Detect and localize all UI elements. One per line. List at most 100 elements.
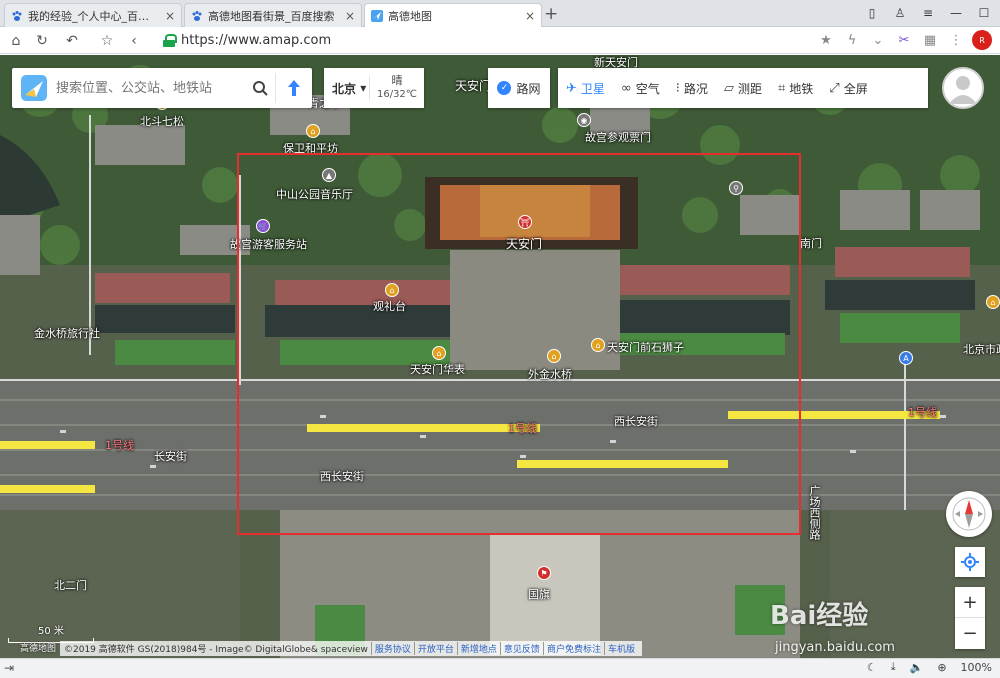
flag-icon[interactable]: ⚑: [537, 566, 551, 580]
subway-station-icon[interactable]: A: [899, 351, 913, 365]
tab-amap[interactable]: 高德地图 ×: [364, 3, 542, 28]
sidebar-toggle-icon[interactable]: ⇥: [4, 661, 14, 675]
footer-brand: 高德地图: [0, 641, 60, 656]
map-label[interactable]: 南门: [800, 235, 822, 251]
fullscreen-icon: ⤢: [829, 80, 840, 96]
subway-label: 地铁: [789, 81, 814, 96]
map-label[interactable]: 长安街: [154, 448, 187, 464]
highlight-frame: [237, 153, 801, 535]
maximize-icon[interactable]: ☐: [970, 3, 998, 23]
air-label: 空气: [635, 81, 660, 96]
weather-widget: 晴 16/32℃: [370, 74, 424, 102]
zoom-icon[interactable]: ⊕: [937, 661, 946, 674]
fullscreen-button[interactable]: ⤢ 全屏: [821, 68, 875, 108]
dropdown-icon[interactable]: ⌄: [868, 30, 888, 50]
footer-link[interactable]: 新增地点: [456, 642, 500, 655]
measure-button[interactable]: ▱ 测距: [716, 68, 770, 108]
minimize-icon[interactable]: —: [942, 3, 970, 23]
traffic-label: 路况: [683, 81, 708, 96]
download-icon[interactable]: ⤓: [891, 660, 896, 674]
map-label[interactable]: 1号线: [105, 437, 134, 453]
watermark-url: jingyan.baidu.com: [775, 640, 895, 655]
menu-icon[interactable]: ≡: [914, 3, 942, 23]
city-selector[interactable]: 北京 ▾: [324, 76, 370, 100]
zoom-out-button[interactable]: −: [955, 618, 985, 649]
scale-bar: 50 米: [8, 622, 94, 643]
traffic-button[interactable]: ⁝ 路况: [668, 68, 716, 108]
search-button[interactable]: [244, 73, 276, 103]
home-icon[interactable]: ⌂: [6, 31, 26, 50]
fullscreen-label: 全屏: [843, 81, 868, 96]
tab-search[interactable]: 高德地图看街景_百度搜索 ×: [184, 3, 362, 27]
locate-button[interactable]: [955, 547, 985, 577]
museum-poi-icon[interactable]: ⌂: [986, 295, 1000, 309]
amap-logo-icon: [371, 10, 383, 22]
map-toolbar: ✈ 卫星 ∞ 空气 ⁝ 路况 ▱ 测距 ⌗ 地铁 ⤢ 全屏: [558, 68, 928, 108]
compass-control[interactable]: [946, 491, 992, 537]
browser-status-bar: ⇥ ☾ ⤓ 🔈 ⊕ 100%: [0, 658, 1000, 678]
city-weather-panel[interactable]: 北京 ▾ 晴 16/32℃: [324, 68, 424, 108]
air-quality-button[interactable]: ∞ 空气: [613, 68, 668, 108]
tab-close-icon[interactable]: ×: [165, 9, 175, 23]
sidebar-toggle-icon[interactable]: ▯: [858, 3, 886, 23]
footer-link[interactable]: 商户免费标注: [542, 642, 604, 655]
map-label[interactable]: 北京市政府: [963, 341, 1000, 357]
footer-link[interactable]: 开放平台: [413, 642, 457, 655]
compass-icon: [952, 497, 986, 531]
undo-icon[interactable]: ↶: [62, 31, 82, 50]
user-account-icon[interactable]: R: [972, 30, 992, 50]
lightning-icon[interactable]: ϟ: [842, 30, 862, 50]
qrcode-icon[interactable]: ▦: [920, 30, 940, 50]
map-label[interactable]: 广场西侧路: [806, 485, 822, 540]
tab-experience[interactable]: 我的经验_个人中心_百度经验 ×: [4, 3, 182, 27]
map-label[interactable]: 北二门: [54, 577, 87, 593]
status-tools: ☾ ⤓ 🔈 ⊕ 100%: [867, 660, 992, 674]
tab-close-icon[interactable]: ×: [345, 9, 355, 23]
ruler-icon: ▱: [723, 80, 734, 96]
map-label[interactable]: 北斗七松: [140, 113, 184, 129]
museum-poi-icon[interactable]: ⌂: [306, 124, 320, 138]
zoom-in-button[interactable]: +: [955, 587, 985, 618]
camera-poi-icon[interactable]: ◉: [577, 113, 591, 127]
address-bar-tools: ★ ϟ ⌄ ✂ ▦ ⋮ R: [816, 30, 992, 50]
road-network-label: 路网: [516, 81, 541, 96]
search-input[interactable]: [56, 73, 244, 103]
url-field[interactable]: https://www.amap.com: [163, 30, 803, 51]
footer-link[interactable]: 车机版: [603, 642, 638, 655]
zoom-level[interactable]: 100%: [961, 661, 992, 674]
footer-link[interactable]: 服务协议: [370, 642, 414, 655]
map-label[interactable]: 天安门: [455, 77, 491, 94]
bookmark-star-icon[interactable]: ☆: [97, 31, 117, 50]
baidu-paw-icon: [11, 10, 23, 22]
browser-tab-bar: 我的经验_个人中心_百度经验 × 高德地图看街景_百度搜索 × 高德地图 × +…: [0, 0, 1000, 28]
measure-label: 测距: [737, 81, 762, 96]
search-panel: [12, 68, 312, 108]
reload-icon[interactable]: ↻: [32, 31, 52, 50]
secure-lock-icon: [163, 34, 177, 47]
favorite-star-icon[interactable]: ★: [816, 30, 836, 50]
tab-close-icon[interactable]: ×: [525, 9, 535, 23]
volume-icon[interactable]: 🔈: [910, 661, 924, 674]
map-canvas[interactable]: 天安门 北斗七松 青之亭 保卫和平坊 中山公园音乐厅 故宫游客服务站 故宫参观票…: [0, 55, 1000, 658]
route-arrow-icon: [288, 80, 300, 96]
traffic-light-icon: ⁝: [675, 80, 680, 96]
map-label[interactable]: 国旗: [528, 586, 550, 602]
map-label[interactable]: 故宫参观票门: [585, 129, 651, 145]
new-tab-button[interactable]: +: [544, 4, 558, 24]
user-silhouette-icon: [949, 76, 977, 104]
scissors-icon[interactable]: ✂: [894, 30, 914, 50]
temperature-range: 16/32℃: [376, 89, 418, 100]
map-label[interactable]: 1号线: [908, 404, 937, 420]
subway-button[interactable]: ⌗ 地铁: [770, 68, 821, 108]
directions-button[interactable]: [276, 73, 312, 103]
skin-icon[interactable]: ♙: [886, 3, 914, 23]
road-network-toggle[interactable]: ✓ 路网: [488, 68, 550, 108]
satellite-button[interactable]: ✈ 卫星: [558, 68, 613, 108]
night-mode-icon[interactable]: ☾: [867, 661, 877, 674]
apps-icon[interactable]: ⋮: [946, 30, 966, 50]
user-avatar-button[interactable]: [942, 67, 984, 109]
back-icon[interactable]: ‹: [124, 31, 144, 50]
footer-link[interactable]: 意见反馈: [499, 642, 543, 655]
map-label[interactable]: 金水桥旅行社: [34, 325, 100, 341]
zoom-control: + −: [955, 587, 985, 649]
